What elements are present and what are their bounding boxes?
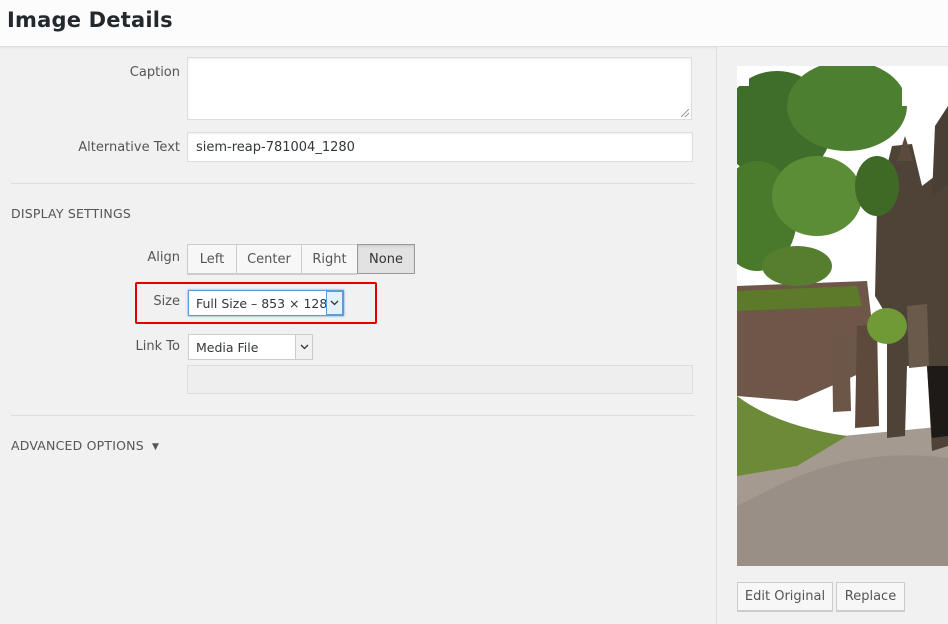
triangle-down-icon: ▼ bbox=[152, 442, 160, 452]
link-to-label: Link To bbox=[135, 339, 180, 354]
align-center-button[interactable]: Center bbox=[236, 244, 301, 274]
temple-photo-icon bbox=[737, 66, 948, 566]
alt-text-input[interactable]: siem-reap-781004_1280 bbox=[187, 132, 693, 162]
advanced-options-toggle[interactable]: ADVANCED OPTIONS ▼ bbox=[11, 438, 159, 453]
divider bbox=[11, 415, 695, 416]
chevron-down-icon[interactable] bbox=[295, 335, 312, 359]
link-url-field bbox=[187, 365, 693, 394]
image-preview bbox=[737, 66, 948, 566]
page-title: Image Details bbox=[7, 8, 173, 32]
caption-label: Caption bbox=[129, 65, 180, 80]
display-settings-heading: DISPLAY SETTINGS bbox=[11, 206, 131, 221]
divider bbox=[11, 183, 695, 184]
size-select-value: Full Size – 853 × 1280 bbox=[196, 296, 336, 311]
align-right-button[interactable]: Right bbox=[301, 244, 357, 274]
link-to-select[interactable]: Media File bbox=[188, 334, 313, 360]
resize-grip-icon[interactable] bbox=[681, 109, 689, 117]
size-label: Size bbox=[153, 294, 180, 309]
modal-header: Image Details bbox=[0, 0, 948, 47]
edit-original-button[interactable]: Edit Original bbox=[737, 582, 833, 611]
align-button-group: Left Center Right None bbox=[187, 244, 415, 274]
replace-button[interactable]: Replace bbox=[836, 582, 905, 611]
align-left-button[interactable]: Left bbox=[187, 244, 236, 274]
align-label: Align bbox=[147, 250, 180, 265]
link-to-select-value: Media File bbox=[196, 340, 259, 355]
advanced-options-label: ADVANCED OPTIONS bbox=[11, 438, 144, 453]
alt-text-label: Alternative Text bbox=[78, 140, 180, 155]
align-none-button[interactable]: None bbox=[357, 244, 415, 274]
chevron-down-icon[interactable] bbox=[326, 291, 343, 315]
caption-textarea[interactable] bbox=[187, 57, 692, 120]
size-select[interactable]: Full Size – 853 × 1280 bbox=[188, 290, 344, 316]
